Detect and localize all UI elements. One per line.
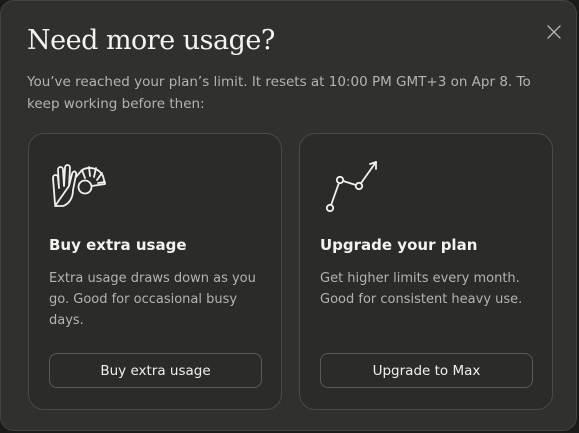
buy-extra-usage-card: Buy extra usage Extra usage draws down a… — [28, 133, 282, 410]
need-more-usage-dialog: Need more usage? You’ve reached your pla… — [0, 0, 577, 431]
upgrade-plan-description: Get higher limits every month. Good for … — [320, 271, 523, 307]
buy-extra-usage-button[interactable]: Buy extra usage — [49, 353, 262, 388]
upgrade-plan-title: Upgrade your plan — [320, 236, 478, 254]
close-button[interactable] — [541, 19, 567, 45]
upgrade-to-max-button[interactable]: Upgrade to Max — [320, 353, 533, 388]
hand-gauge-icon — [52, 164, 106, 207]
dialog-subtitle: You’ve reached your plan’s limit. It res… — [27, 74, 531, 112]
close-icon — [547, 25, 561, 39]
buy-extra-usage-title: Buy extra usage — [49, 236, 187, 254]
trend-up-icon — [325, 161, 377, 213]
buy-extra-usage-description: Extra usage draws down as you go. Good f… — [49, 271, 256, 328]
upgrade-plan-card: Upgrade your plan Get higher limits ever… — [299, 133, 553, 410]
dialog-title: Need more usage? — [27, 25, 275, 56]
